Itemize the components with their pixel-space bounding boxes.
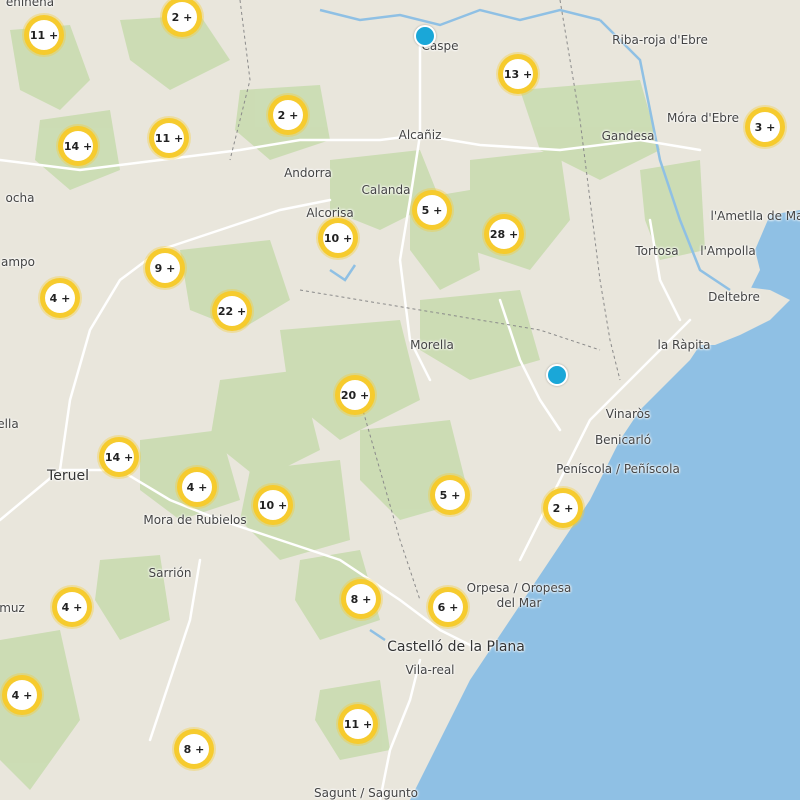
cluster-count: 2 + [167,2,197,32]
cluster-marker[interactable]: 8 + [174,729,214,769]
cluster-marker[interactable]: 20 + [335,375,375,415]
cluster-count: 2 + [548,493,578,523]
cluster-count: 8 + [179,734,209,764]
cluster-marker[interactable]: 4 + [40,278,80,318]
cluster-marker[interactable]: 11 + [338,704,378,744]
cluster-count: 20 + [340,380,370,410]
map[interactable]: Caspe Riba-roja d'Ebre Alcañiz Gandesa M… [0,0,800,800]
basemap [0,0,800,800]
cluster-count: 14 + [63,131,93,161]
cluster-count: 5 + [417,195,447,225]
cluster-count: 5 + [435,480,465,510]
cluster-count: 10 + [323,223,353,253]
cluster-count: 4 + [45,283,75,313]
cluster-count: 4 + [182,472,212,502]
cluster-marker[interactable]: 9 + [145,248,185,288]
cluster-marker[interactable]: 8 + [341,579,381,619]
cluster-count: 11 + [29,20,59,50]
cluster-count: 6 + [433,592,463,622]
cluster-count: 3 + [750,112,780,142]
cluster-count: 4 + [57,592,87,622]
cluster-marker[interactable]: 14 + [99,437,139,477]
cluster-marker[interactable]: 22 + [212,291,252,331]
cluster-marker[interactable]: 5 + [430,475,470,515]
cluster-marker[interactable]: 14 + [58,126,98,166]
cluster-count: 11 + [154,123,184,153]
cluster-count: 9 + [150,253,180,283]
cluster-count: 8 + [346,584,376,614]
cluster-count: 10 + [258,490,288,520]
cluster-marker[interactable]: 11 + [149,118,189,158]
cluster-marker[interactable]: 2 + [268,95,308,135]
location-marker[interactable] [546,364,568,386]
cluster-marker[interactable]: 6 + [428,587,468,627]
cluster-marker[interactable]: 3 + [745,107,785,147]
cluster-marker[interactable]: 5 + [412,190,452,230]
cluster-count: 28 + [489,219,519,249]
cluster-marker[interactable]: 4 + [177,467,217,507]
cluster-count: 13 + [503,59,533,89]
cluster-count: 14 + [104,442,134,472]
cluster-marker[interactable]: 4 + [2,675,42,715]
cluster-count: 11 + [343,709,373,739]
cluster-count: 4 + [7,680,37,710]
cluster-marker[interactable]: 28 + [484,214,524,254]
cluster-count: 2 + [273,100,303,130]
cluster-marker[interactable]: 10 + [253,485,293,525]
cluster-marker[interactable]: 2 + [543,488,583,528]
cluster-count: 22 + [217,296,247,326]
cluster-marker[interactable]: 10 + [318,218,358,258]
location-marker[interactable] [414,25,436,47]
cluster-marker[interactable]: 4 + [52,587,92,627]
cluster-marker[interactable]: 13 + [498,54,538,94]
cluster-marker[interactable]: 11 + [24,15,64,55]
